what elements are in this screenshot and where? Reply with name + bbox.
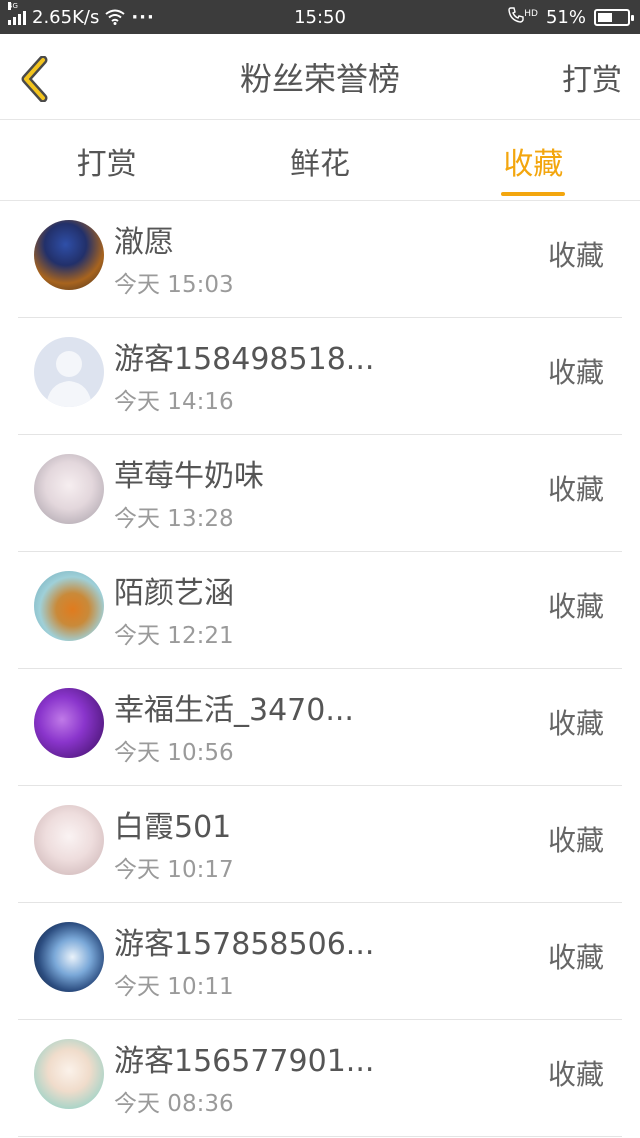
list-item[interactable]: 游客156577901... 今天 08:36 收藏: [18, 1020, 622, 1137]
avatar[interactable]: [34, 922, 104, 992]
list-item[interactable]: 游客157858506... 今天 10:11 收藏: [18, 903, 622, 1020]
page-title: 粉丝荣誉榜: [239, 60, 400, 98]
app-header: 粉丝荣誉榜 打赏: [0, 34, 640, 120]
tab-reward[interactable]: 打赏: [0, 121, 213, 200]
tab-label: 鲜花: [289, 146, 350, 182]
fan-time: 今天 08:36: [114, 1091, 234, 1117]
fan-name: 草莓牛奶味: [114, 459, 264, 494]
battery-icon: [594, 8, 634, 26]
fan-action: 收藏: [547, 824, 604, 857]
phone-icon: [508, 6, 524, 23]
avatar[interactable]: [34, 688, 104, 758]
fan-name: 澈愿: [114, 225, 174, 260]
avatar[interactable]: [34, 1039, 104, 1109]
fan-name: 游客158498518...: [114, 342, 375, 377]
fan-name: 白霞501: [114, 810, 232, 845]
fan-action: 收藏: [547, 239, 604, 272]
avatar[interactable]: [34, 220, 104, 290]
battery-fill: [598, 12, 613, 22]
fan-time: 今天 10:11: [114, 974, 234, 1000]
fan-action: 收藏: [547, 590, 604, 623]
clock: 15:50: [294, 6, 346, 28]
tab-bar: 打赏 鲜花 收藏: [0, 121, 640, 201]
default-user-icon: [46, 351, 92, 407]
status-bar: 4G 2.65K/s ··· 15:50 HD 51%: [0, 0, 640, 34]
tab-label: 打赏: [76, 146, 137, 182]
tab-label: 收藏: [503, 146, 564, 182]
fan-name: 陌颜艺涵: [114, 576, 234, 611]
list-item[interactable]: 陌颜艺涵 今天 12:21 收藏: [18, 552, 622, 669]
avatar[interactable]: [34, 454, 104, 524]
fan-time: 今天 10:56: [114, 740, 234, 766]
fan-time: 今天 15:03: [114, 272, 234, 298]
fan-time: 今天 13:28: [114, 506, 234, 532]
fan-time: 今天 10:17: [114, 857, 234, 883]
list-item[interactable]: 草莓牛奶味 今天 13:28 收藏: [18, 435, 622, 552]
avatar[interactable]: [34, 571, 104, 641]
active-tab-indicator: [501, 192, 566, 196]
fan-action: 收藏: [547, 1058, 604, 1091]
tab-favorites[interactable]: 收藏: [427, 121, 640, 200]
fan-action: 收藏: [547, 941, 604, 974]
status-right: HD 51%: [508, 0, 634, 34]
fan-action: 收藏: [547, 707, 604, 740]
hd-call-icon: HD: [508, 6, 538, 28]
list-item[interactable]: 澈愿 今天 15:03 收藏: [18, 201, 622, 318]
avatar[interactable]: [34, 805, 104, 875]
fan-name: 幸福生活_3470...: [114, 693, 354, 728]
fan-time: 今天 14:16: [114, 389, 234, 415]
fan-time: 今天 12:21: [114, 623, 234, 649]
fan-name: 游客156577901...: [114, 1044, 375, 1079]
hd-label: HD: [524, 8, 538, 19]
avatar[interactable]: [34, 337, 104, 407]
fan-list: 澈愿 今天 15:03 收藏 游客158498518... 今天 14:16 收…: [18, 201, 622, 1137]
fan-name: 游客157858506...: [114, 927, 375, 962]
tab-flowers[interactable]: 鲜花: [213, 121, 426, 200]
reward-button[interactable]: 打赏: [562, 34, 622, 120]
list-item[interactable]: 游客158498518... 今天 14:16 收藏: [18, 318, 622, 435]
fan-action: 收藏: [547, 356, 604, 389]
list-item[interactable]: 白霞501 今天 10:17 收藏: [18, 786, 622, 903]
fan-action: 收藏: [547, 473, 604, 506]
list-item[interactable]: 幸福生活_3470... 今天 10:56 收藏: [18, 669, 622, 786]
battery-percent: 51%: [545, 6, 586, 28]
